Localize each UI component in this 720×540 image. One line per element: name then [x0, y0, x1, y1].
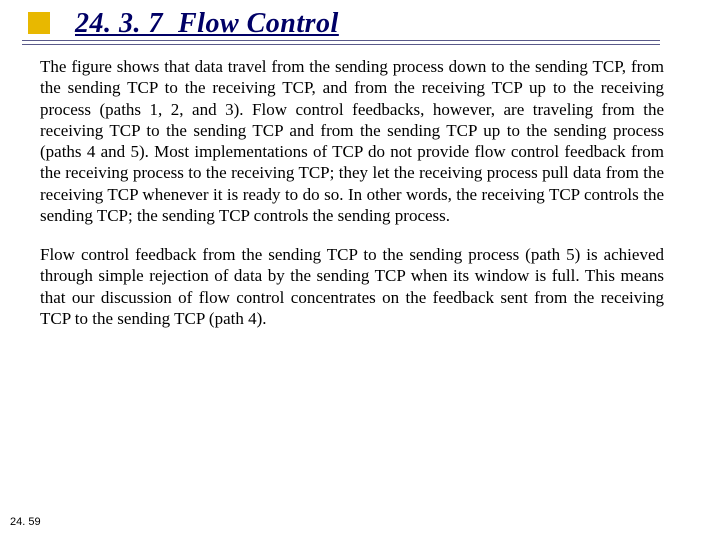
- slide-body: The figure shows that data travel from t…: [0, 42, 720, 329]
- heading-title: Flow Control: [178, 8, 339, 39]
- slide-heading: 24. 3. 7 Flow Control: [0, 0, 720, 42]
- body-paragraph-1: The figure shows that data travel from t…: [40, 56, 664, 226]
- heading-section-number: 24. 3. 7: [75, 8, 163, 39]
- heading-text: 24. 3. 7 Flow Control: [75, 8, 339, 39]
- heading-rule-top: [22, 40, 660, 41]
- page-number: 24. 59: [10, 516, 41, 528]
- body-paragraph-2: Flow control feedback from the sending T…: [40, 244, 664, 329]
- heading-rule-bottom: [22, 44, 660, 45]
- heading-bullet-icon: [28, 12, 50, 34]
